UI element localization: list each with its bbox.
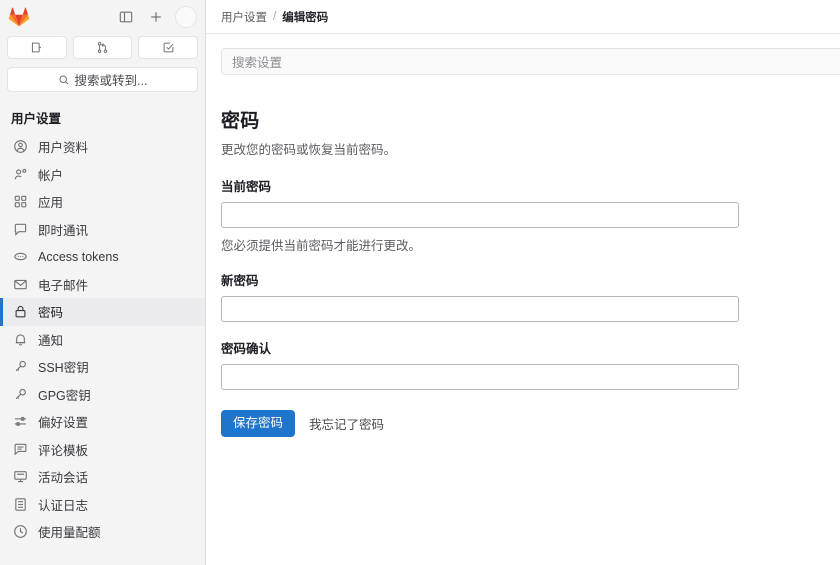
sidebar-item-label: 评论模板 bbox=[38, 443, 89, 458]
confirm-password-label: 密码确认 bbox=[221, 342, 272, 356]
sidebar: 搜索或转到... 用户设置 用户资料 帐户 应用 即时通讯 Access tok… bbox=[0, 0, 206, 565]
toggle-sidebar-button[interactable] bbox=[113, 4, 139, 30]
current-password-label: 当前密码 bbox=[221, 180, 272, 194]
sidebar-header bbox=[0, 0, 205, 34]
current-password-help: 您必须提供当前密码才能进行更改。 bbox=[221, 239, 422, 253]
key-icon bbox=[13, 387, 28, 402]
sidebar-item-access-tokens[interactable]: Access tokens bbox=[0, 243, 205, 271]
sidebar-item-label: 电子邮件 bbox=[38, 278, 89, 293]
new-password-label: 新密码 bbox=[221, 274, 259, 288]
sidebar-item-comment-templates[interactable]: 评论模板 bbox=[0, 436, 205, 464]
breadcrumb: 用户设置 / 编辑密码 bbox=[206, 0, 840, 34]
preferences-sliders-icon bbox=[13, 414, 28, 429]
confirm-password-input[interactable] bbox=[221, 364, 739, 390]
main-content: 用户设置 / 编辑密码 搜索设置 密码 更改您的密码或恢复当前密码。 当前密码 … bbox=[206, 0, 840, 565]
issues-button[interactable] bbox=[7, 36, 67, 59]
user-circle-icon bbox=[13, 139, 28, 154]
todo-list-button[interactable] bbox=[138, 36, 199, 59]
merge-requests-button[interactable] bbox=[72, 36, 133, 59]
log-list-icon bbox=[13, 497, 28, 512]
token-icon bbox=[13, 249, 28, 264]
settings-search-placeholder: 搜索设置 bbox=[232, 56, 283, 70]
current-password-field-group: 当前密码 您必须提供当前密码才能进行更改。 bbox=[221, 176, 840, 254]
sidebar-quick-actions bbox=[0, 34, 205, 59]
gitlab-logo[interactable] bbox=[7, 5, 31, 29]
sidebar-item-label: 通知 bbox=[38, 333, 64, 348]
sidebar-section-title: 用户设置 bbox=[11, 112, 62, 126]
sidebar-item-label: 活动会话 bbox=[38, 471, 89, 486]
sidebar-item-password[interactable]: 密码 bbox=[0, 298, 205, 326]
new-password-input[interactable] bbox=[221, 296, 739, 322]
sidebar-item-ssh-keys[interactable]: SSH密钥 bbox=[0, 353, 205, 381]
sidebar-item-active-sessions[interactable]: 活动会话 bbox=[0, 463, 205, 491]
search-or-go-to-button[interactable]: 搜索或转到... bbox=[7, 67, 198, 92]
sidebar-item-label: 密码 bbox=[38, 306, 64, 321]
sidebar-item-chat[interactable]: 即时通讯 bbox=[0, 216, 205, 244]
save-password-button[interactable]: 保存密码 bbox=[221, 410, 296, 437]
sidebar-item-gpg-keys[interactable]: GPG密钥 bbox=[0, 381, 205, 409]
sidebar-item-label: Access tokens bbox=[38, 249, 119, 264]
sidebar-item-label: 即时通讯 bbox=[38, 223, 89, 238]
search-or-go-to-label: 搜索或转到... bbox=[74, 74, 148, 88]
page-title: 密码 bbox=[221, 111, 260, 132]
sidebar-item-preferences[interactable]: 偏好设置 bbox=[0, 408, 205, 436]
sidebar-item-label: 应用 bbox=[38, 196, 64, 211]
confirm-password-field-group: 密码确认 bbox=[221, 338, 840, 390]
settings-search-input[interactable]: 搜索设置 bbox=[221, 48, 840, 75]
monitor-icon bbox=[13, 469, 28, 484]
chat-bubble-icon bbox=[13, 222, 28, 237]
user-avatar[interactable] bbox=[175, 6, 197, 28]
current-password-input[interactable] bbox=[221, 202, 739, 228]
page-description: 更改您的密码或恢复当前密码。 bbox=[221, 143, 397, 157]
sidebar-item-applications[interactable]: 应用 bbox=[0, 188, 205, 216]
form-actions: 保存密码 我忘记了密码 bbox=[221, 410, 840, 437]
sidebar-nav: 用户资料 帐户 应用 即时通讯 Access tokens 电子邮件 密码 通知… bbox=[0, 133, 205, 546]
sidebar-item-account[interactable]: 帐户 bbox=[0, 161, 205, 189]
sidebar-item-authentication-log[interactable]: 认证日志 bbox=[0, 491, 205, 519]
applications-grid-icon bbox=[13, 194, 28, 209]
bell-icon bbox=[13, 332, 28, 347]
user-settings-icon bbox=[13, 167, 28, 182]
search-icon bbox=[58, 74, 69, 85]
sidebar-item-label: 帐户 bbox=[38, 168, 64, 183]
key-icon bbox=[13, 359, 28, 374]
sidebar-item-label: 偏好设置 bbox=[38, 416, 89, 431]
sidebar-item-notifications[interactable]: 通知 bbox=[0, 326, 205, 354]
comment-icon bbox=[13, 442, 28, 457]
sidebar-item-label: 认证日志 bbox=[38, 498, 89, 513]
password-settings-form: 密码 更改您的密码或恢复当前密码。 当前密码 您必须提供当前密码才能进行更改。 … bbox=[206, 34, 840, 437]
sidebar-item-label: SSH密钥 bbox=[38, 361, 89, 376]
app-root: 搜索或转到... 用户设置 用户资料 帐户 应用 即时通讯 Access tok… bbox=[0, 0, 840, 565]
sidebar-item-label: GPG密钥 bbox=[38, 388, 91, 403]
sidebar-item-user-profile[interactable]: 用户资料 bbox=[0, 133, 205, 161]
breadcrumb-parent[interactable]: 用户设置 bbox=[221, 9, 267, 25]
breadcrumb-separator: / bbox=[273, 10, 277, 23]
sidebar-item-label: 使用量配额 bbox=[38, 526, 101, 541]
forgot-password-link[interactable]: 我忘记了密码 bbox=[309, 414, 384, 433]
breadcrumb-current[interactable]: 编辑密码 bbox=[282, 9, 328, 25]
clock-icon bbox=[13, 524, 28, 539]
lock-icon bbox=[13, 304, 28, 319]
sidebar-item-emails[interactable]: 电子邮件 bbox=[0, 271, 205, 299]
envelope-icon bbox=[13, 277, 28, 292]
new-password-field-group: 新密码 bbox=[221, 270, 840, 322]
sidebar-item-label: 用户资料 bbox=[38, 141, 89, 156]
sidebar-item-usage-quotas[interactable]: 使用量配额 bbox=[0, 518, 205, 546]
create-new-button[interactable] bbox=[143, 4, 169, 30]
